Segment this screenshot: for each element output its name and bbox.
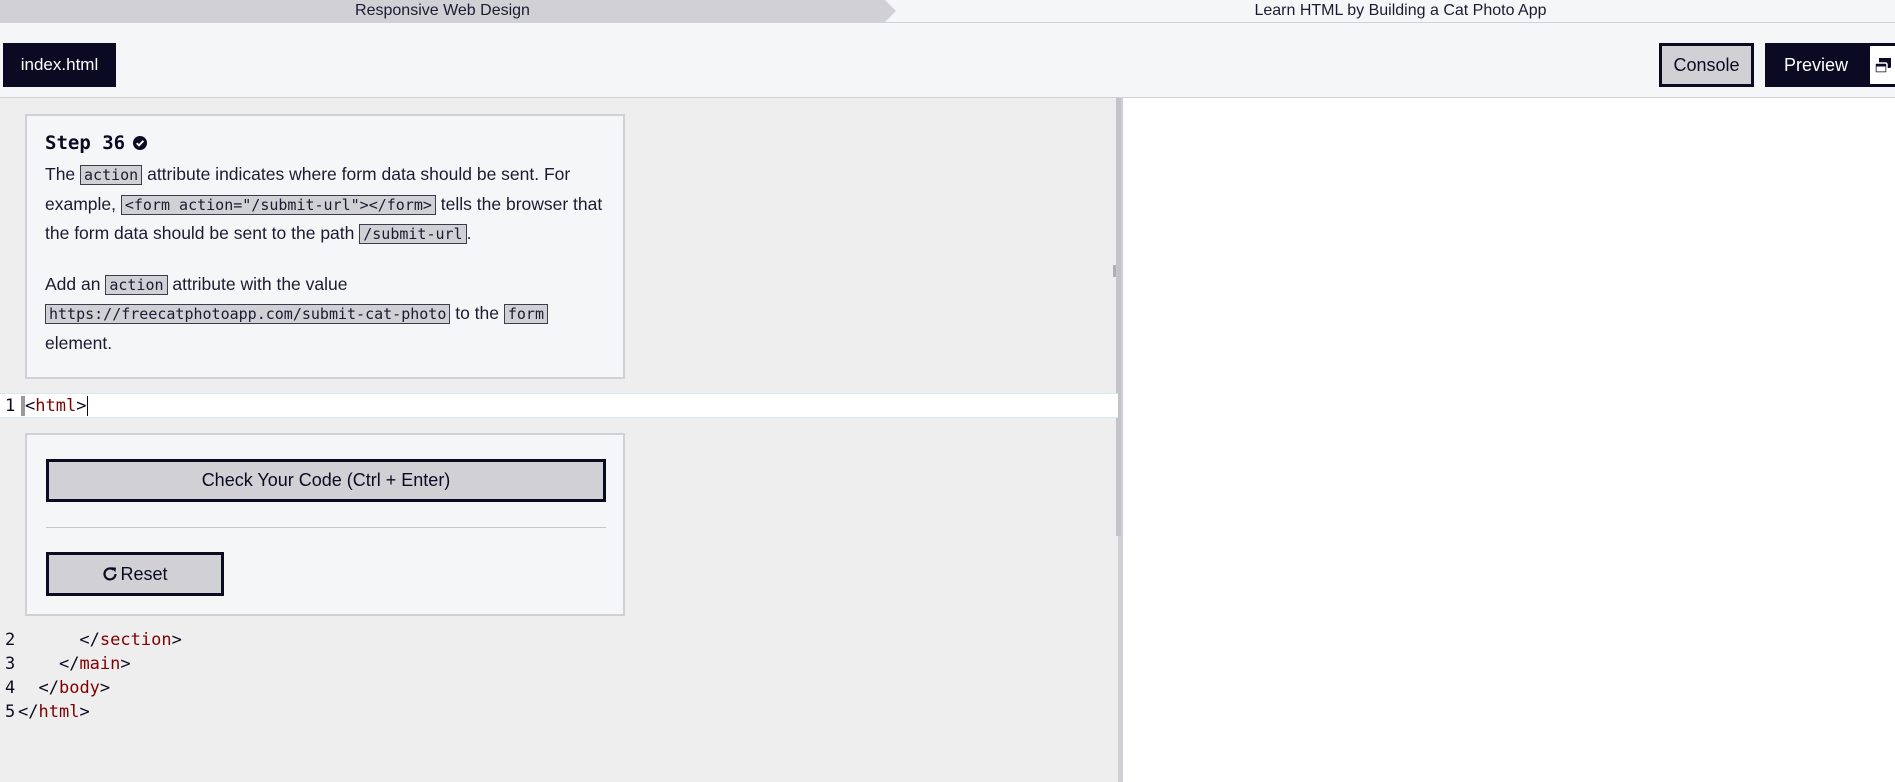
code-line[interactable]: 3 </main> [0, 652, 131, 676]
line-number: 2 [5, 630, 16, 650]
divider [46, 527, 606, 528]
tag-name: main [79, 654, 121, 674]
code-text[interactable]: <html> [25, 394, 89, 418]
line-number: 3 [5, 654, 16, 674]
tag-bracket: > [79, 702, 90, 722]
resize-grip[interactable] [1113, 265, 1116, 277]
code-submit-url: /submit-url [359, 224, 467, 244]
editable-code-line[interactable]: 1 <html> [0, 393, 1118, 418]
tag-name: html [38, 702, 80, 722]
tag-bracket: > [120, 654, 131, 674]
step-description-card: Step 36 The action attribute indicates w… [25, 114, 625, 379]
code-line[interactable]: 4 </body> [0, 676, 110, 700]
tag-name: section [99, 630, 172, 650]
reset-button[interactable]: Reset [46, 552, 224, 596]
step-title: Step 36 [45, 132, 605, 154]
tag-name: body [58, 678, 100, 698]
tag-bracket: < [25, 396, 36, 416]
tag-bracket: </ [58, 654, 80, 674]
tag-bracket: > [76, 396, 87, 416]
code-form: form [503, 304, 548, 324]
reset-icon [103, 567, 118, 581]
console-button[interactable]: Console [1659, 43, 1754, 87]
breadcrumb: Responsive Web Design Learn HTML by Buil… [0, 0, 1895, 23]
description-paragraph-2: Add an action attribute with the value h… [45, 270, 605, 358]
line-number: 1 [5, 396, 16, 416]
breadcrumb-project[interactable]: Learn HTML by Building a Cat Photo App [896, 0, 1895, 22]
tag-bracket: </ [38, 678, 59, 698]
step-title-text: Step 36 [45, 132, 126, 154]
desc-text: element. [45, 332, 113, 353]
code-action: action [80, 165, 143, 185]
desc-text: The [45, 164, 81, 184]
code-action: action [105, 274, 168, 295]
code-line[interactable]: 2 </section> [0, 628, 182, 652]
breadcrumb-course[interactable]: Responsive Web Design [0, 0, 896, 22]
desc-text: to the [450, 303, 504, 323]
check-circle-icon [133, 136, 148, 150]
line-number: 5 [5, 702, 16, 722]
desc-text: attribute with the value [167, 273, 348, 294]
breadcrumb-course-label: Responsive Web Design [355, 2, 530, 19]
editor-toolbar: index.html Console Preview [0, 23, 1895, 98]
line-number: 4 [5, 678, 16, 698]
preview-button[interactable]: Preview [1765, 43, 1867, 87]
tag-bracket: > [99, 678, 111, 698]
file-tab-index-html[interactable]: index.html [3, 43, 116, 87]
action-card: Check Your Code (Ctrl + Enter) Reset [25, 433, 625, 616]
breadcrumb-project-label: Learn HTML by Building a Cat Photo App [1254, 2, 1547, 19]
tag-bracket: > [171, 630, 182, 650]
popout-preview-button[interactable] [1867, 43, 1895, 87]
preview-pane[interactable] [1123, 98, 1895, 782]
code-submit-cat-photo-url: https://freecatphotoapp.com/submit-cat-p… [45, 304, 451, 324]
code-form-example: <form action="/submit-url"></form> [120, 194, 436, 215]
tag-name: html [35, 396, 77, 416]
desc-text: . [466, 223, 472, 243]
tag-bracket: </ [18, 702, 39, 722]
editor-scrollbar[interactable] [1116, 98, 1121, 536]
tag-bracket: </ [79, 630, 100, 650]
check-code-button[interactable]: Check Your Code (Ctrl + Enter) [46, 459, 606, 502]
popout-icon [1874, 58, 1891, 74]
code-line[interactable]: 5 </html> [0, 700, 90, 724]
reset-label: Reset [120, 564, 168, 584]
desc-text: Add an [45, 273, 106, 294]
description-paragraph-1: The action attribute indicates where for… [45, 160, 605, 249]
text-cursor [87, 396, 89, 416]
